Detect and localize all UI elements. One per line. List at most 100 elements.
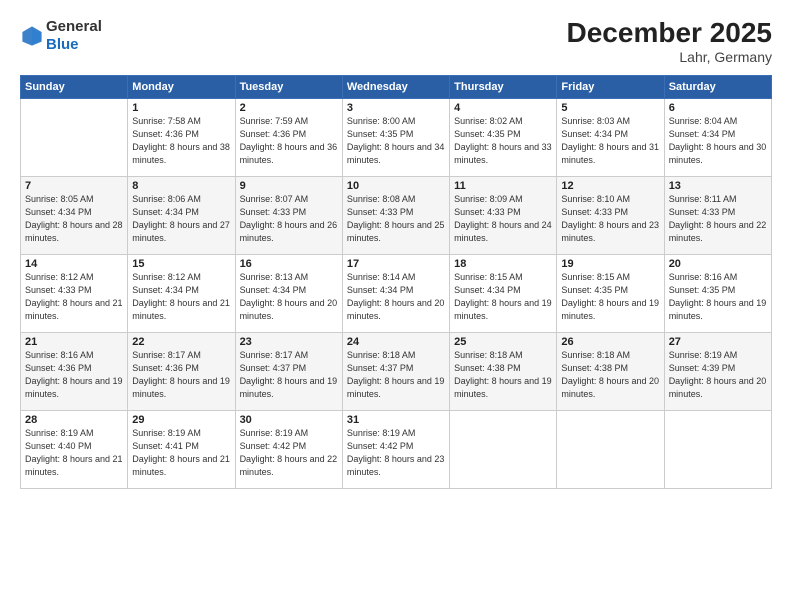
logo-blue: Blue — [46, 36, 79, 53]
sunset-label: Sunset: 4:35 PM — [669, 285, 736, 295]
daylight-label: Daylight: 8 hours and 26 minutes. — [240, 220, 338, 243]
daylight-label: Daylight: 8 hours and 22 minutes. — [240, 454, 338, 477]
calendar-cell: 12Sunrise: 8:10 AMSunset: 4:33 PMDayligh… — [557, 176, 664, 254]
calendar-cell: 2Sunrise: 7:59 AMSunset: 4:36 PMDaylight… — [235, 98, 342, 176]
sunrise-label: Sunrise: 7:58 AM — [132, 116, 201, 126]
day-info: Sunrise: 8:05 AMSunset: 4:34 PMDaylight:… — [25, 193, 123, 245]
sunset-label: Sunset: 4:42 PM — [240, 441, 307, 451]
daylight-label: Daylight: 8 hours and 19 minutes. — [347, 376, 445, 399]
calendar-cell: 20Sunrise: 8:16 AMSunset: 4:35 PMDayligh… — [664, 254, 771, 332]
sunrise-label: Sunrise: 8:19 AM — [25, 428, 94, 438]
daylight-label: Daylight: 8 hours and 19 minutes. — [454, 376, 552, 399]
sunset-label: Sunset: 4:36 PM — [132, 363, 199, 373]
calendar-cell: 13Sunrise: 8:11 AMSunset: 4:33 PMDayligh… — [664, 176, 771, 254]
calendar-week-2: 7Sunrise: 8:05 AMSunset: 4:34 PMDaylight… — [21, 176, 772, 254]
day-number: 3 — [347, 102, 445, 114]
sunset-label: Sunset: 4:33 PM — [25, 285, 92, 295]
day-info: Sunrise: 8:19 AMSunset: 4:42 PMDaylight:… — [347, 427, 445, 479]
logo-text: General Blue — [46, 18, 102, 54]
page-header: General Blue December 2025 Lahr, Germany — [20, 18, 772, 65]
title-block: December 2025 Lahr, Germany — [567, 18, 772, 65]
calendar-cell: 17Sunrise: 8:14 AMSunset: 4:34 PMDayligh… — [342, 254, 449, 332]
day-number: 31 — [347, 414, 445, 426]
day-number: 11 — [454, 180, 552, 192]
daylight-label: Daylight: 8 hours and 28 minutes. — [25, 220, 123, 243]
sunset-label: Sunset: 4:33 PM — [561, 207, 628, 217]
calendar-week-1: 1Sunrise: 7:58 AMSunset: 4:36 PMDaylight… — [21, 98, 772, 176]
calendar-page: General Blue December 2025 Lahr, Germany… — [0, 0, 792, 612]
day-info: Sunrise: 8:11 AMSunset: 4:33 PMDaylight:… — [669, 193, 767, 245]
calendar-cell: 9Sunrise: 8:07 AMSunset: 4:33 PMDaylight… — [235, 176, 342, 254]
calendar-cell: 10Sunrise: 8:08 AMSunset: 4:33 PMDayligh… — [342, 176, 449, 254]
sunset-label: Sunset: 4:34 PM — [347, 285, 414, 295]
calendar-cell: 5Sunrise: 8:03 AMSunset: 4:34 PMDaylight… — [557, 98, 664, 176]
header-saturday: Saturday — [664, 75, 771, 98]
day-info: Sunrise: 8:09 AMSunset: 4:33 PMDaylight:… — [454, 193, 552, 245]
calendar-cell: 3Sunrise: 8:00 AMSunset: 4:35 PMDaylight… — [342, 98, 449, 176]
logo-icon — [20, 24, 44, 48]
day-info: Sunrise: 8:02 AMSunset: 4:35 PMDaylight:… — [454, 115, 552, 167]
day-number: 22 — [132, 336, 230, 348]
day-info: Sunrise: 8:15 AMSunset: 4:35 PMDaylight:… — [561, 271, 659, 323]
sunrise-label: Sunrise: 8:19 AM — [132, 428, 201, 438]
day-number: 24 — [347, 336, 445, 348]
header-monday: Monday — [128, 75, 235, 98]
daylight-label: Daylight: 8 hours and 21 minutes. — [25, 454, 123, 477]
calendar-cell: 4Sunrise: 8:02 AMSunset: 4:35 PMDaylight… — [450, 98, 557, 176]
calendar-cell: 16Sunrise: 8:13 AMSunset: 4:34 PMDayligh… — [235, 254, 342, 332]
daylight-label: Daylight: 8 hours and 23 minutes. — [347, 454, 445, 477]
day-info: Sunrise: 8:14 AMSunset: 4:34 PMDaylight:… — [347, 271, 445, 323]
sunset-label: Sunset: 4:34 PM — [669, 129, 736, 139]
sunset-label: Sunset: 4:34 PM — [25, 207, 92, 217]
day-info: Sunrise: 8:04 AMSunset: 4:34 PMDaylight:… — [669, 115, 767, 167]
daylight-label: Daylight: 8 hours and 19 minutes. — [454, 298, 552, 321]
sunrise-label: Sunrise: 8:11 AM — [669, 194, 737, 204]
calendar-cell: 19Sunrise: 8:15 AMSunset: 4:35 PMDayligh… — [557, 254, 664, 332]
calendar-cell: 15Sunrise: 8:12 AMSunset: 4:34 PMDayligh… — [128, 254, 235, 332]
sunset-label: Sunset: 4:35 PM — [561, 285, 628, 295]
calendar-cell: 25Sunrise: 8:18 AMSunset: 4:38 PMDayligh… — [450, 332, 557, 410]
day-info: Sunrise: 8:17 AMSunset: 4:36 PMDaylight:… — [132, 349, 230, 401]
day-info: Sunrise: 8:17 AMSunset: 4:37 PMDaylight:… — [240, 349, 338, 401]
logo: General Blue — [20, 18, 102, 54]
day-info: Sunrise: 8:18 AMSunset: 4:37 PMDaylight:… — [347, 349, 445, 401]
sunrise-label: Sunrise: 8:16 AM — [25, 350, 94, 360]
calendar-cell: 11Sunrise: 8:09 AMSunset: 4:33 PMDayligh… — [450, 176, 557, 254]
sunset-label: Sunset: 4:39 PM — [669, 363, 736, 373]
sunrise-label: Sunrise: 8:10 AM — [561, 194, 630, 204]
sunrise-label: Sunrise: 8:19 AM — [347, 428, 416, 438]
sunrise-label: Sunrise: 8:18 AM — [561, 350, 630, 360]
calendar-cell: 14Sunrise: 8:12 AMSunset: 4:33 PMDayligh… — [21, 254, 128, 332]
calendar-cell — [664, 410, 771, 488]
daylight-label: Daylight: 8 hours and 20 minutes. — [669, 376, 767, 399]
sunset-label: Sunset: 4:33 PM — [347, 207, 414, 217]
sunset-label: Sunset: 4:33 PM — [240, 207, 307, 217]
daylight-label: Daylight: 8 hours and 27 minutes. — [132, 220, 230, 243]
daylight-label: Daylight: 8 hours and 31 minutes. — [561, 142, 659, 165]
calendar-week-4: 21Sunrise: 8:16 AMSunset: 4:36 PMDayligh… — [21, 332, 772, 410]
day-info: Sunrise: 8:15 AMSunset: 4:34 PMDaylight:… — [454, 271, 552, 323]
day-number: 9 — [240, 180, 338, 192]
day-number: 19 — [561, 258, 659, 270]
daylight-label: Daylight: 8 hours and 20 minutes. — [561, 376, 659, 399]
sunrise-label: Sunrise: 8:09 AM — [454, 194, 523, 204]
day-info: Sunrise: 8:00 AMSunset: 4:35 PMDaylight:… — [347, 115, 445, 167]
calendar-cell: 22Sunrise: 8:17 AMSunset: 4:36 PMDayligh… — [128, 332, 235, 410]
day-number: 7 — [25, 180, 123, 192]
day-number: 20 — [669, 258, 767, 270]
header-tuesday: Tuesday — [235, 75, 342, 98]
sunrise-label: Sunrise: 8:17 AM — [132, 350, 201, 360]
calendar-title: December 2025 — [567, 18, 772, 49]
day-info: Sunrise: 8:18 AMSunset: 4:38 PMDaylight:… — [561, 349, 659, 401]
header-sunday: Sunday — [21, 75, 128, 98]
daylight-label: Daylight: 8 hours and 19 minutes. — [669, 298, 767, 321]
sunrise-label: Sunrise: 8:06 AM — [132, 194, 201, 204]
header-thursday: Thursday — [450, 75, 557, 98]
calendar-cell: 18Sunrise: 8:15 AMSunset: 4:34 PMDayligh… — [450, 254, 557, 332]
sunset-label: Sunset: 4:35 PM — [454, 129, 521, 139]
daylight-label: Daylight: 8 hours and 38 minutes. — [132, 142, 230, 165]
calendar-cell: 29Sunrise: 8:19 AMSunset: 4:41 PMDayligh… — [128, 410, 235, 488]
day-number: 5 — [561, 102, 659, 114]
calendar-cell: 28Sunrise: 8:19 AMSunset: 4:40 PMDayligh… — [21, 410, 128, 488]
sunrise-label: Sunrise: 8:17 AM — [240, 350, 309, 360]
